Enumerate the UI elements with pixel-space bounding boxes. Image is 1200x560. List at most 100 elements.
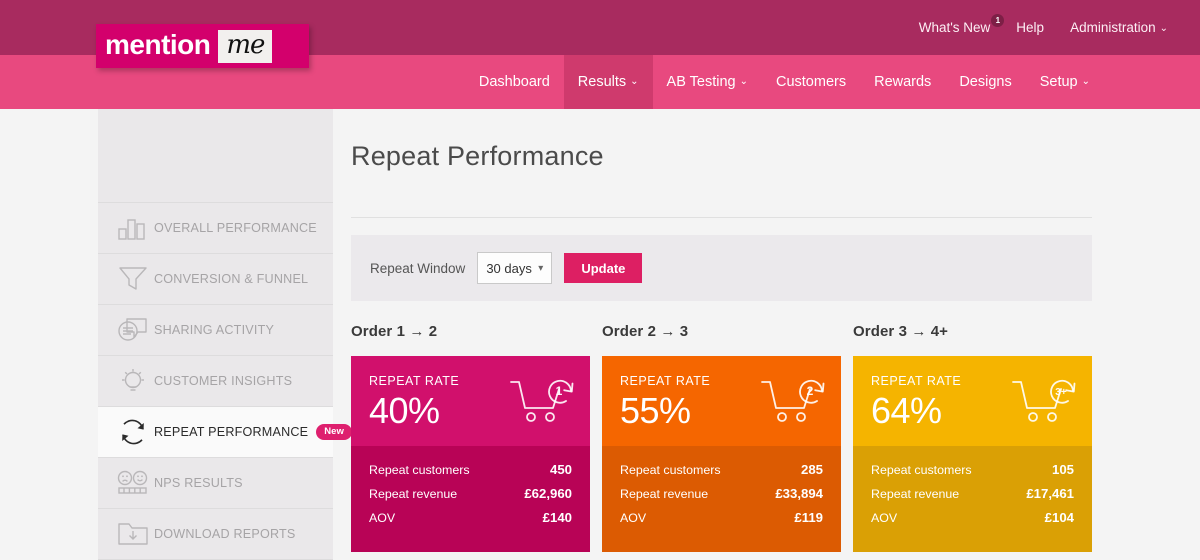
nav-item-label: Dashboard: [478, 74, 550, 90]
brand-logo[interactable]: mention me: [96, 24, 309, 68]
metric-stat-row: Repeat customers 105: [871, 462, 1074, 477]
logo-word-me: me: [218, 29, 273, 63]
funnel-icon: [112, 262, 154, 296]
metric-stat-row: Repeat customers 285: [620, 462, 823, 477]
page-body: OVERALL PERFORMANCE CONVERSION & FUNNEL SH…: [0, 109, 1200, 560]
sidebar-item-sharing-activity[interactable]: SHARING ACTIVITY: [98, 305, 333, 356]
sidebar-item-label: CUSTOMER INSIGHTS: [154, 374, 293, 388]
metric-stat-value: £119: [794, 510, 823, 525]
metric-stat-label: Repeat customers: [620, 463, 721, 477]
top-link-label: Help: [1016, 20, 1045, 35]
metric-stat-value: £140: [542, 510, 572, 525]
metric-stat-row: Repeat revenue £33,894: [620, 486, 823, 501]
update-button[interactable]: Update: [564, 253, 643, 283]
metric-card-col: Order 3 → 4+ REPEAT RATE 64% 3+ Repeat cus…: [853, 323, 1092, 552]
nav-item-label: Setup: [1039, 74, 1078, 90]
metric-card-rate-section: REPEAT RATE 55% 2: [602, 356, 841, 446]
smiley-faces-icon: [112, 466, 154, 500]
top-link-label: What's New: [918, 20, 991, 35]
metric-stat-value: £33,894: [775, 486, 823, 501]
top-link-administration[interactable]: Administration ⌄: [1070, 20, 1168, 35]
chevron-down-icon: ⌄: [739, 75, 748, 87]
metric-stat-label: Repeat revenue: [871, 487, 960, 501]
metric-cards: Order 1 → 2 REPEAT RATE 40% 1 Repeat custo…: [351, 323, 1092, 552]
top-link-label: Administration: [1070, 20, 1156, 35]
nav-item-results[interactable]: Results ⌄: [563, 55, 653, 109]
metric-card-rate-section: REPEAT RATE 40% 1: [351, 356, 590, 446]
svg-text:1: 1: [556, 384, 563, 398]
nav-item-dashboard[interactable]: Dashboard: [465, 55, 564, 109]
metric-card-rate-section: REPEAT RATE 64% 3+: [853, 356, 1092, 446]
metric-card-col: Order 2 → 3 REPEAT RATE 55% 2 Repeat custo…: [602, 323, 841, 552]
download-folder-icon: [112, 517, 154, 551]
repeat-window-select[interactable]: 30 days ▾: [477, 252, 553, 284]
metric-stat-row: Repeat revenue £62,960: [369, 486, 572, 501]
metric-card-heading: Order 2 → 3: [602, 323, 689, 340]
main-content: Repeat Performance Repeat Window 30 days…: [351, 109, 1092, 552]
filter-bar: Repeat Window 30 days ▾ Update: [351, 235, 1092, 301]
metric-card-stats-section: Repeat customers 285 Repeat revenue £33,894…: [602, 446, 841, 552]
top-link-help[interactable]: Help: [1016, 20, 1044, 35]
metric-card-heading: Order 3 → 4+: [853, 323, 948, 340]
nav-item-rewards[interactable]: Rewards: [860, 55, 945, 109]
sidebar-item-label: DOWNLOAD REPORTS: [154, 527, 296, 541]
metric-stat-label: AOV: [369, 511, 396, 525]
repeat-window-value: 30 days: [486, 260, 532, 276]
metric-stat-row: Repeat customers 450: [369, 462, 572, 477]
results-sidebar: OVERALL PERFORMANCE CONVERSION & FUNNEL SH…: [98, 109, 352, 560]
metric-stat-row: Repeat revenue £17,461: [871, 486, 1074, 501]
nav-item-label: Customers: [775, 74, 847, 90]
sidebar-item-label: SHARING ACTIVITY: [154, 323, 275, 337]
chevron-down-icon: ⌄: [630, 75, 639, 87]
metric-stat-row: AOV £119: [620, 510, 823, 525]
sidebar-item-label: NPS RESULTS: [154, 476, 243, 490]
metric-stat-label: Repeat customers: [871, 463, 972, 477]
metric-card: REPEAT RATE 40% 1 Repeat customers 450 Repe…: [351, 356, 590, 552]
chevron-down-icon: ⌄: [1159, 23, 1168, 34]
sidebar-item-overall-performance[interactable]: OVERALL PERFORMANCE: [98, 203, 333, 254]
shopping-cart-repeat-icon: 2: [759, 374, 827, 431]
metric-stat-value: £104: [1044, 510, 1074, 525]
nav-item-designs[interactable]: Designs: [945, 55, 1025, 109]
metric-stat-row: AOV £140: [369, 510, 572, 525]
whats-new-count-badge: 1: [991, 14, 1005, 27]
sidebar-item-conversion-funnel[interactable]: CONVERSION & FUNNEL: [98, 254, 333, 305]
nav-item-label: Designs: [959, 74, 1012, 90]
sidebar-item-repeat-performance[interactable]: REPEAT PERFORMANCE New: [98, 407, 352, 458]
nav-item-label: AB Testing: [666, 74, 736, 90]
metric-stat-value: 105: [1051, 462, 1074, 477]
sidebar-item-customer-insights[interactable]: CUSTOMER INSIGHTS: [98, 356, 333, 407]
metric-stat-label: AOV: [620, 511, 647, 525]
sidebar-header-panel: [98, 109, 333, 203]
metric-stat-value: £62,960: [524, 486, 572, 501]
shopping-cart-repeat-icon: 1: [508, 374, 576, 431]
page-title: Repeat Performance: [351, 141, 604, 171]
metric-stat-label: Repeat revenue: [620, 487, 709, 501]
sidebar-item-label: CONVERSION & FUNNEL: [154, 272, 309, 286]
chevron-down-icon: ⌄: [1081, 75, 1090, 87]
metric-stat-row: AOV £104: [871, 510, 1074, 525]
bar-chart-icon: [112, 211, 154, 245]
sidebar-item-download-reports[interactable]: DOWNLOAD REPORTS: [98, 509, 333, 560]
top-link-what-s-new[interactable]: What's New 1: [918, 14, 1005, 35]
metric-stat-value: 285: [800, 462, 823, 477]
nav-item-ab-testing[interactable]: AB Testing ⌄: [653, 55, 762, 109]
nav-item-setup[interactable]: Setup ⌄: [1026, 55, 1104, 109]
svg-text:3+: 3+: [1055, 387, 1067, 398]
lightbulb-icon: [112, 364, 154, 398]
sidebar-item-label: OVERALL PERFORMANCE: [154, 221, 317, 235]
logo-word-mention: mention: [105, 28, 211, 60]
title-divider: [351, 217, 1092, 218]
nav-item-label: Rewards: [874, 74, 932, 90]
repeat-window-label: Repeat Window: [370, 260, 466, 276]
metric-stat-value: £17,461: [1026, 486, 1074, 501]
sidebar-item-label: REPEAT PERFORMANCE: [154, 425, 309, 439]
metric-card-stats-section: Repeat customers 450 Repeat revenue £62,960…: [351, 446, 590, 552]
nav-item-customers[interactable]: Customers: [762, 55, 860, 109]
metric-stat-value: 450: [549, 462, 572, 477]
metric-card-heading: Order 1 → 2: [351, 323, 438, 340]
refresh-cycle-icon: [112, 415, 154, 449]
chat-bubbles-icon: [112, 313, 154, 347]
metric-stat-label: Repeat customers: [369, 463, 470, 477]
sidebar-item-nps-results[interactable]: NPS RESULTS: [98, 458, 333, 509]
